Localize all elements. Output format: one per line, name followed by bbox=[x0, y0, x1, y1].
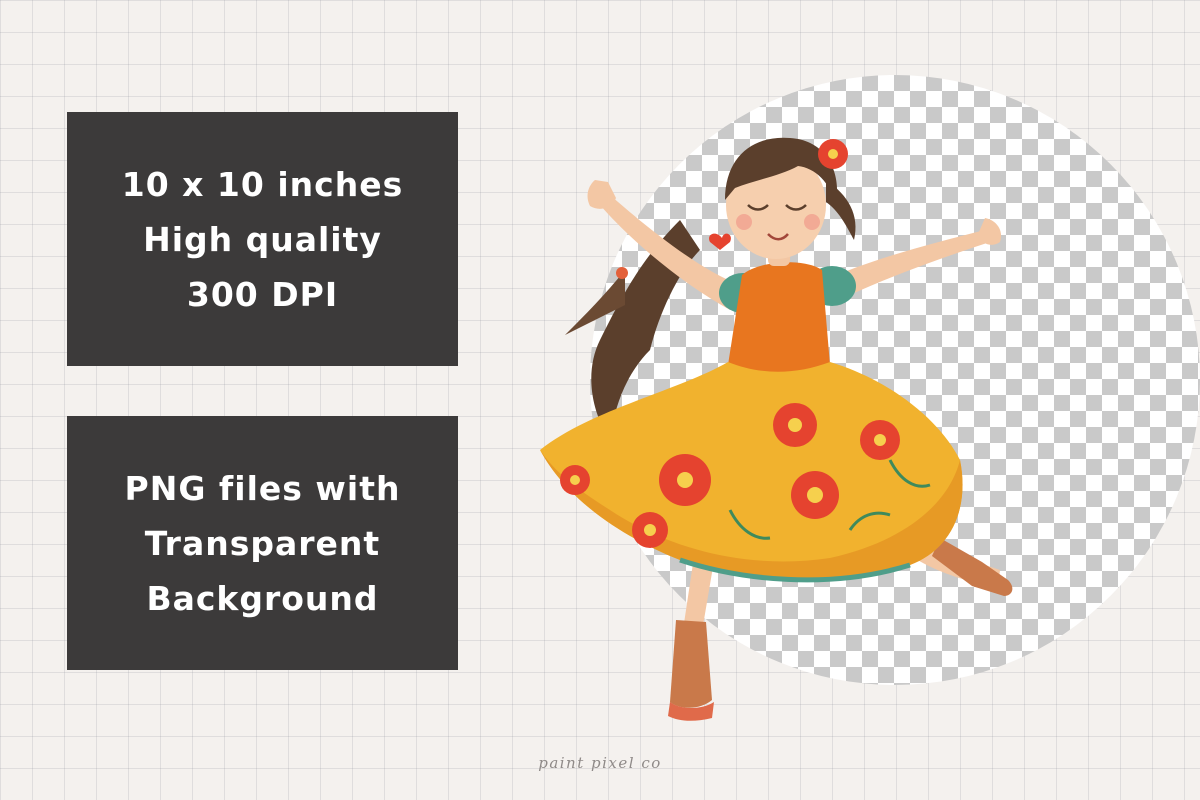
dancing-girl-illustration bbox=[540, 137, 1013, 721]
brand-watermark: paint pixel co bbox=[538, 754, 662, 772]
quality-text: High quality bbox=[143, 219, 382, 259]
format-line-1: PNG files with bbox=[124, 468, 401, 508]
format-line-2: Transparent bbox=[144, 523, 381, 563]
format-line-3: Background bbox=[146, 578, 379, 618]
size-text: 10 x 10 inches bbox=[121, 164, 404, 204]
specs-info-box: 10 x 10 inches High quality 300 DPI bbox=[67, 112, 458, 366]
dpi-text: 300 DPI bbox=[186, 274, 339, 314]
format-info-box: PNG files with Transparent Background bbox=[67, 416, 458, 670]
